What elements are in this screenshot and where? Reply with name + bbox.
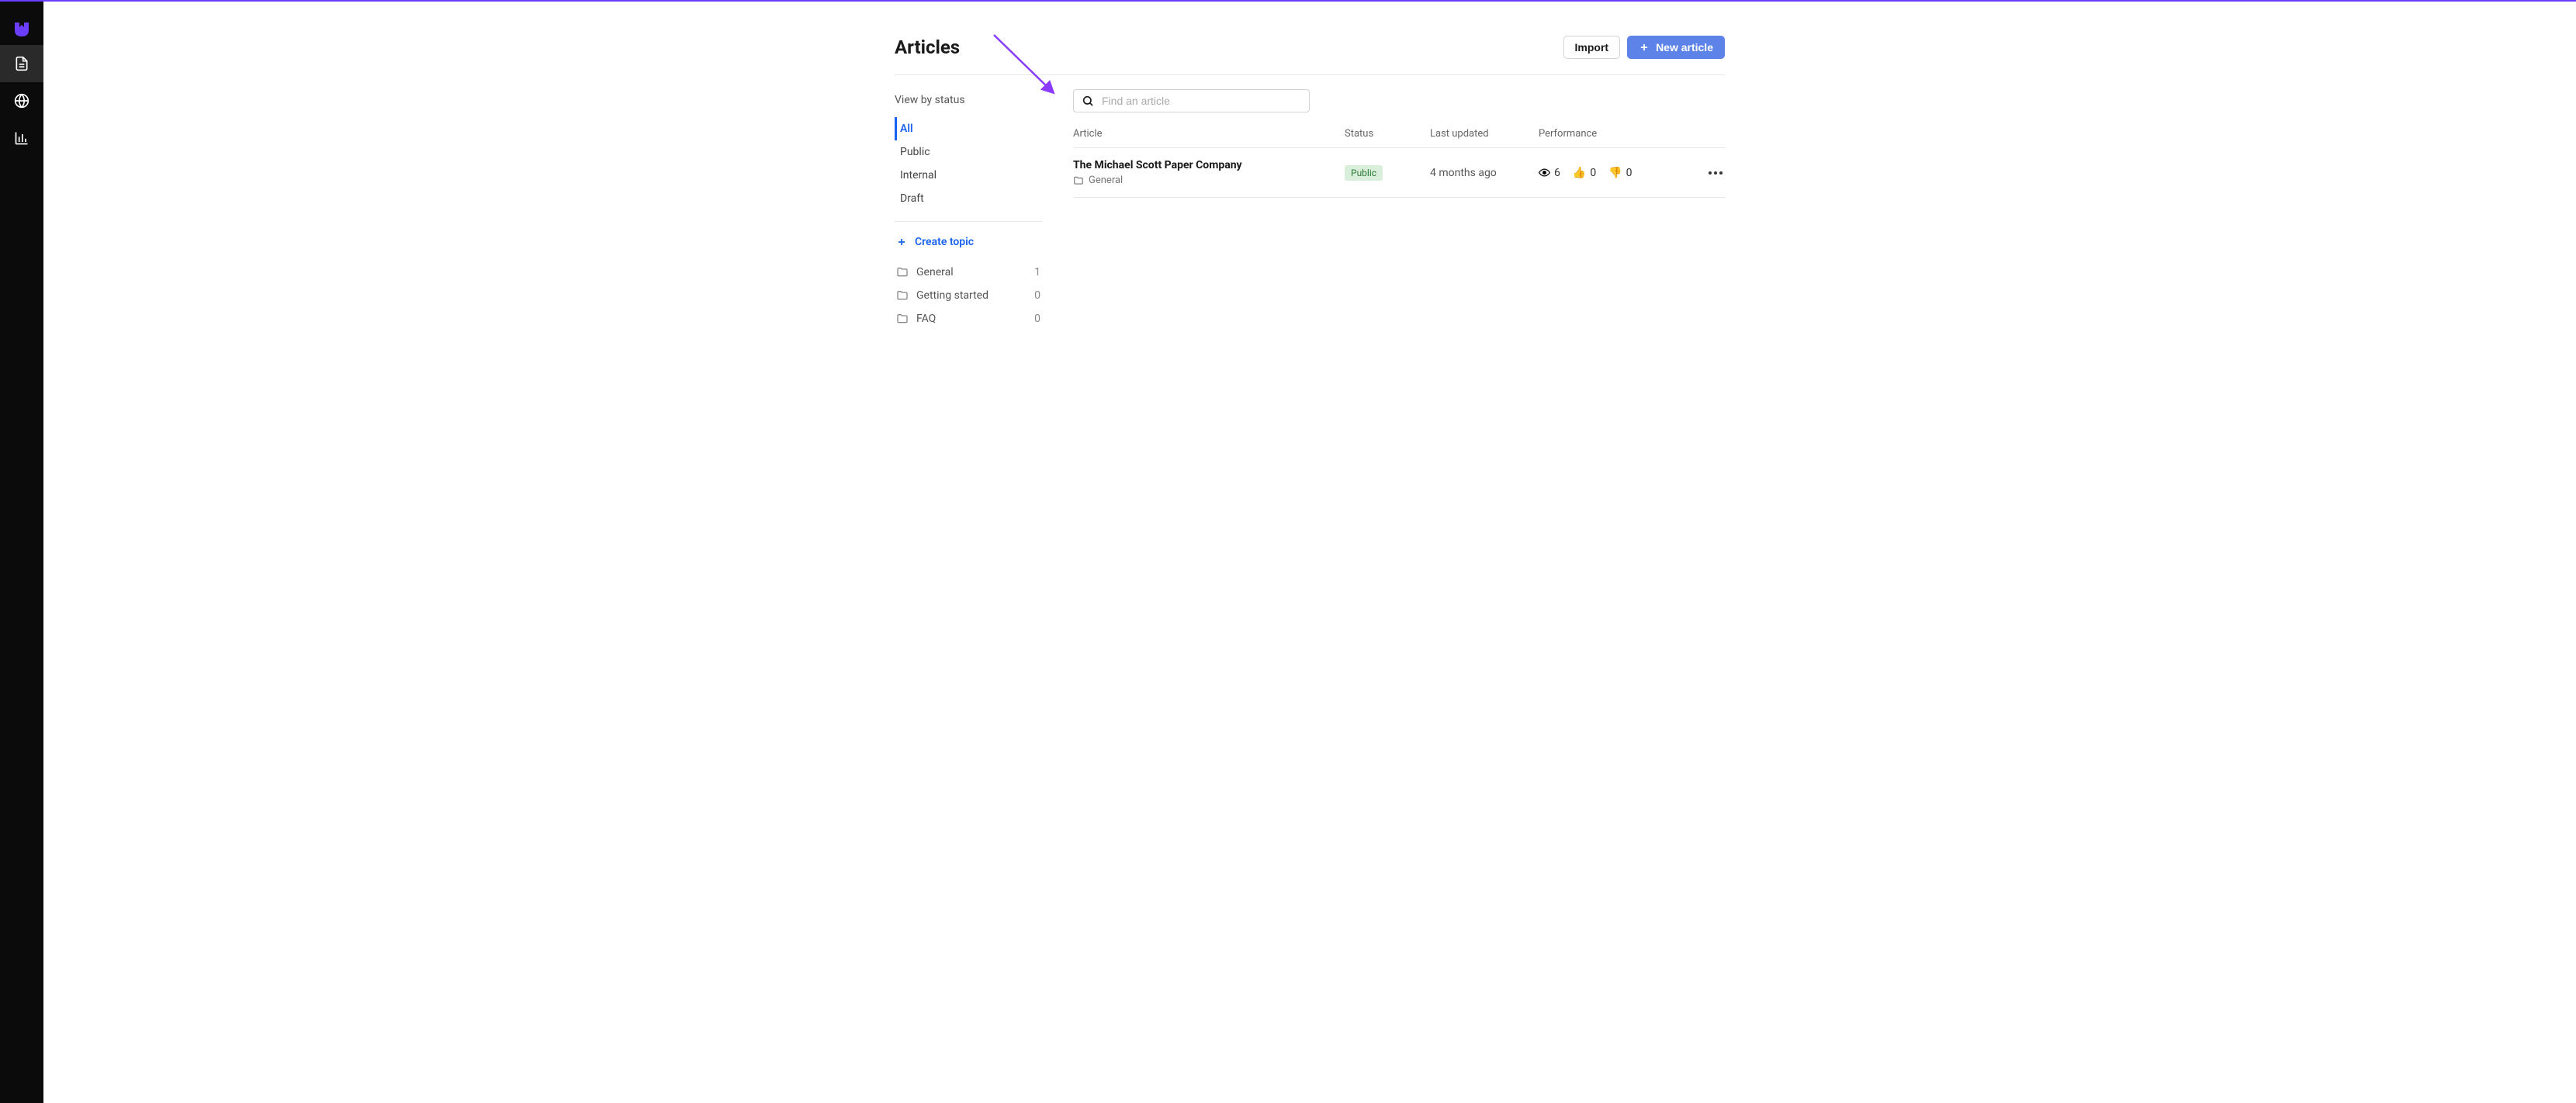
topic-name: Getting started bbox=[916, 289, 1027, 302]
import-button-label: Import bbox=[1575, 41, 1609, 54]
content-area: Article Status Last updated Performance … bbox=[1073, 89, 1725, 198]
more-horizontal-icon bbox=[1709, 171, 1723, 175]
topic-count: 1 bbox=[1034, 266, 1040, 278]
topic-name: General bbox=[916, 266, 1027, 278]
topic-name: FAQ bbox=[916, 313, 1027, 325]
status-filter-draft[interactable]: Draft bbox=[895, 187, 1042, 210]
filter-sidebar: View by status All Public Internal Draft… bbox=[895, 89, 1042, 330]
status-cell: Public bbox=[1345, 164, 1430, 181]
new-article-button[interactable]: New article bbox=[1627, 36, 1725, 59]
logo-icon[interactable] bbox=[0, 12, 43, 45]
import-button[interactable]: Import bbox=[1563, 36, 1621, 59]
plus-icon bbox=[896, 237, 907, 247]
create-topic-label: Create topic bbox=[915, 236, 974, 248]
page-header: Articles Import New article bbox=[895, 36, 1725, 75]
metric-downvotes: 👎 0 bbox=[1608, 167, 1632, 179]
table-header: Article Status Last updated Performance bbox=[1073, 128, 1725, 148]
topic-item-general[interactable]: General 1 bbox=[895, 261, 1042, 284]
downvotes-count: 0 bbox=[1626, 167, 1633, 179]
metric-upvotes: 👍 0 bbox=[1573, 167, 1596, 179]
more-actions-button[interactable] bbox=[1706, 164, 1725, 182]
status-filter-public[interactable]: Public bbox=[895, 140, 1042, 164]
col-status: Status bbox=[1345, 128, 1430, 140]
topic-list: General 1 Getting started 0 FAQ 0 bbox=[895, 261, 1042, 330]
main-content: Articles Import New article View by stat… bbox=[43, 2, 2576, 1103]
search-input-wrap[interactable] bbox=[1073, 89, 1310, 112]
header-actions: Import New article bbox=[1563, 36, 1726, 59]
search-input[interactable] bbox=[1102, 95, 1301, 107]
views-count: 6 bbox=[1554, 167, 1560, 179]
row-actions bbox=[1694, 164, 1725, 182]
sidebar-nav bbox=[0, 2, 43, 1103]
status-filter-all[interactable]: All bbox=[895, 117, 1042, 140]
topic-item-faq[interactable]: FAQ 0 bbox=[895, 307, 1042, 330]
create-topic-button[interactable]: Create topic bbox=[895, 233, 1042, 251]
nav-articles[interactable] bbox=[0, 45, 43, 82]
folder-icon bbox=[1073, 175, 1084, 186]
page-title: Articles bbox=[895, 36, 960, 58]
folder-icon bbox=[896, 313, 909, 325]
article-title: The Michael Scott Paper Company bbox=[1073, 159, 1345, 171]
article-cell: The Michael Scott Paper Company General bbox=[1073, 159, 1345, 186]
col-article: Article bbox=[1073, 128, 1345, 140]
article-topic-name: General bbox=[1089, 175, 1123, 186]
upvotes-count: 0 bbox=[1590, 167, 1596, 179]
eye-icon bbox=[1539, 167, 1550, 178]
new-article-button-label: New article bbox=[1656, 41, 1713, 54]
sidebar-divider bbox=[895, 221, 1042, 222]
topic-count: 0 bbox=[1034, 289, 1040, 302]
metric-views: 6 bbox=[1539, 167, 1560, 179]
thumbs-up-icon: 👍 bbox=[1573, 167, 1586, 179]
thumbs-down-icon: 👎 bbox=[1608, 167, 1622, 179]
last-updated-cell: 4 months ago bbox=[1430, 167, 1539, 179]
search-icon bbox=[1082, 95, 1094, 107]
col-last-updated: Last updated bbox=[1430, 128, 1539, 140]
view-by-status-heading: View by status bbox=[895, 94, 1042, 106]
nav-website[interactable] bbox=[0, 82, 43, 119]
topic-item-getting-started[interactable]: Getting started 0 bbox=[895, 284, 1042, 307]
nav-analytics[interactable] bbox=[0, 119, 43, 157]
plus-icon bbox=[1639, 42, 1650, 53]
table-row[interactable]: The Michael Scott Paper Company General … bbox=[1073, 148, 1725, 198]
folder-icon bbox=[896, 289, 909, 302]
performance-cell: 6 👍 0 👎 0 bbox=[1539, 167, 1694, 179]
status-badge: Public bbox=[1345, 165, 1383, 181]
status-filter-list: All Public Internal Draft bbox=[895, 117, 1042, 210]
folder-icon bbox=[896, 266, 909, 278]
articles-table: Article Status Last updated Performance … bbox=[1073, 128, 1725, 198]
article-topic: General bbox=[1073, 175, 1345, 186]
topic-count: 0 bbox=[1034, 313, 1040, 325]
col-performance: Performance bbox=[1539, 128, 1694, 140]
status-filter-internal[interactable]: Internal bbox=[895, 164, 1042, 187]
